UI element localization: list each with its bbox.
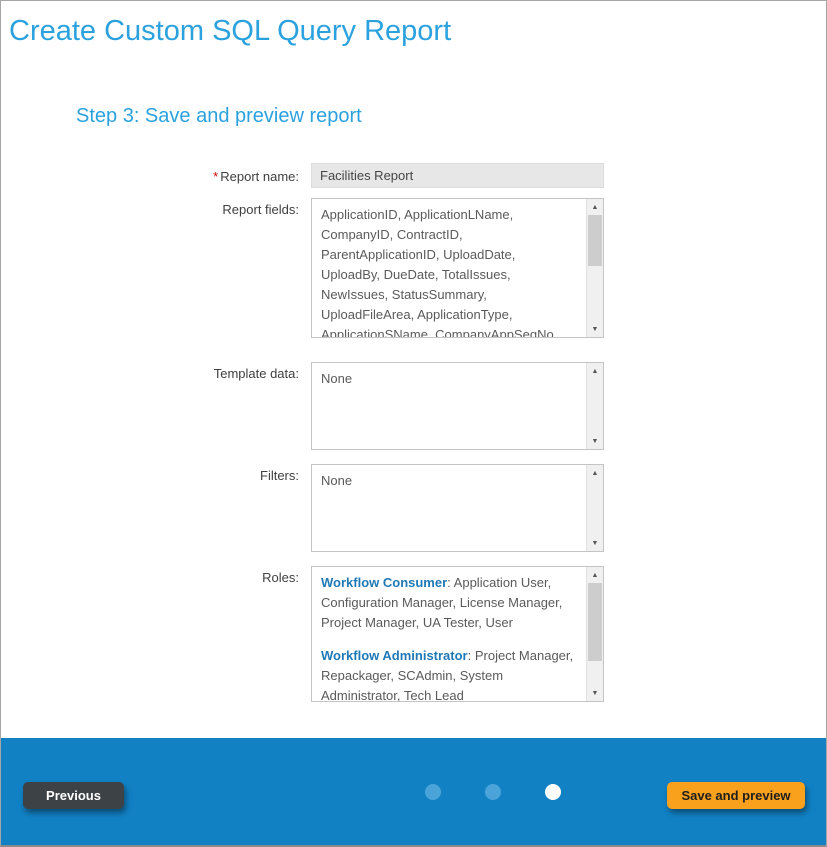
role-group: Workflow Administrator: Project Manager,… [321,646,578,702]
scrollbar-up-icon[interactable]: ▲ [587,199,603,215]
required-indicator: * [213,169,218,184]
template-data-box[interactable]: None ▲ ▼ [311,362,604,450]
scrollbar-track[interactable] [587,481,603,535]
roles-row: Roles: Workflow Consumer: Application Us… [1,566,826,702]
report-fields-text: ApplicationID, ApplicationLName, Company… [312,199,586,338]
report-fields-row: Report fields: ApplicationID, Applicatio… [1,198,826,338]
create-report-page: Create Custom SQL Query Report Step 3: S… [0,0,827,847]
report-fields-box[interactable]: ApplicationID, ApplicationLName, Company… [311,198,604,338]
role-group-name: Workflow Administrator [321,648,468,663]
filters-box[interactable]: None ▲ ▼ [311,464,604,552]
roles-text: Workflow Consumer: Application User, Con… [312,567,586,702]
filters-text: None [312,465,586,497]
scrollbar-up-icon[interactable]: ▲ [587,567,603,583]
roles-scrollbar[interactable]: ▲ ▼ [586,567,603,701]
scrollbar-track[interactable] [587,215,603,321]
report-fields-scrollbar[interactable]: ▲ ▼ [586,199,603,337]
report-name-input[interactable] [311,163,604,188]
report-name-label-cell: *Report name: [1,163,311,188]
scrollbar-up-icon[interactable]: ▲ [587,465,603,481]
template-data-label: Template data: [214,366,299,381]
roles-label: Roles: [262,570,299,585]
scrollbar-thumb[interactable] [588,215,602,266]
filters-row: Filters: None ▲ ▼ [1,464,826,552]
page-indicator-dot[interactable] [485,784,501,800]
scrollbar-down-icon[interactable]: ▼ [587,321,603,337]
page-indicator-dot[interactable] [545,784,561,800]
role-group-name: Workflow Consumer [321,575,447,590]
roles-box[interactable]: Workflow Consumer: Application User, Con… [311,566,604,702]
scrollbar-down-icon[interactable]: ▼ [587,685,603,701]
step-heading: Step 3: Save and preview report [76,105,826,128]
roles-label-cell: Roles: [1,566,311,702]
report-fields-label: Report fields: [222,202,299,217]
template-data-scrollbar[interactable]: ▲ ▼ [586,363,603,449]
scrollbar-track[interactable] [587,583,603,685]
filters-label-cell: Filters: [1,464,311,552]
report-name-row: *Report name: [1,163,826,188]
template-data-label-cell: Template data: [1,362,311,450]
scrollbar-down-icon[interactable]: ▼ [587,535,603,551]
scrollbar-track[interactable] [587,379,603,433]
role-group: Workflow Consumer: Application User, Con… [321,573,578,633]
scrollbar-up-icon[interactable]: ▲ [587,363,603,379]
report-fields-label-cell: Report fields: [1,198,311,338]
previous-button[interactable]: Previous [23,782,124,809]
wizard-footer: Previous Save and preview [1,738,826,845]
save-and-preview-button[interactable]: Save and preview [667,782,805,809]
scrollbar-down-icon[interactable]: ▼ [587,433,603,449]
scrollbar-thumb[interactable] [588,583,602,661]
filters-label: Filters: [260,468,299,483]
template-data-text: None [312,363,586,395]
report-name-label: Report name: [220,169,299,184]
page-title: Create Custom SQL Query Report [9,15,826,48]
template-data-row: Template data: None ▲ ▼ [1,362,826,450]
filters-scrollbar[interactable]: ▲ ▼ [586,465,603,551]
page-indicator-dot[interactable] [425,784,441,800]
